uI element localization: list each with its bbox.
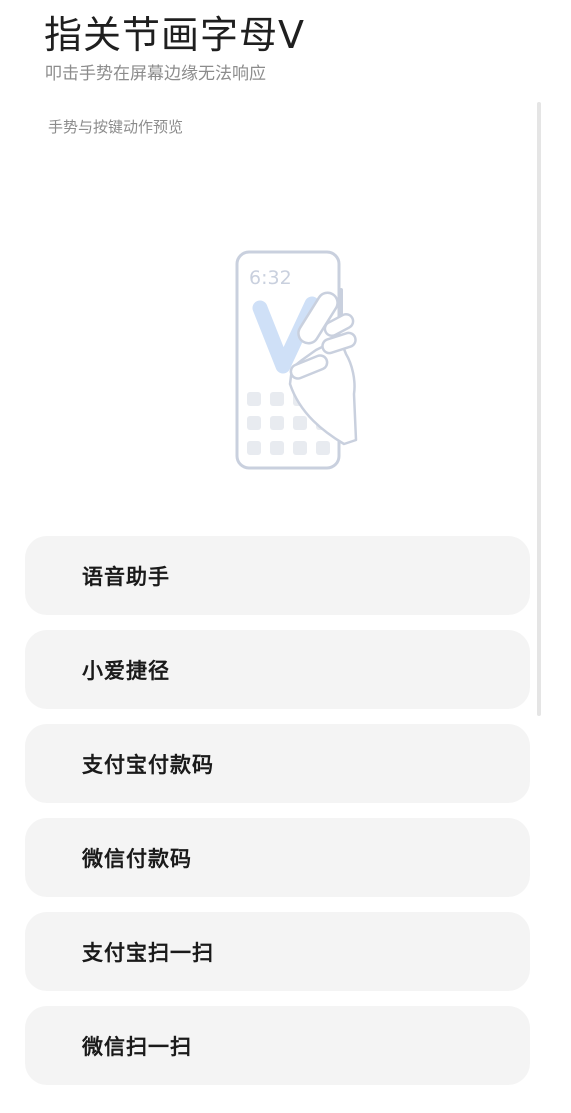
option-wechat-scan[interactable]: 微信扫一扫 [25, 1006, 530, 1085]
preview-section-label: 手势与按键动作预览 [48, 118, 184, 136]
option-label: 微信扫一扫 [82, 1034, 192, 1059]
option-alipay-scan[interactable]: 支付宝扫一扫 [25, 912, 530, 991]
option-label: 语音助手 [82, 564, 170, 589]
phone-gesture-icon: 6:32 [235, 250, 358, 470]
gesture-action-options: 语音助手 小爱捷径 支付宝付款码 微信付款码 支付宝扫一扫 微信扫一扫 [25, 536, 530, 1100]
option-xiaoai-shortcut[interactable]: 小爱捷径 [25, 630, 530, 709]
option-label: 小爱捷径 [82, 658, 170, 683]
option-label: 支付宝付款码 [82, 752, 214, 777]
option-voice-assistant[interactable]: 语音助手 [25, 536, 530, 615]
option-label: 支付宝扫一扫 [82, 940, 214, 965]
page-subtitle: 叩击手势在屏幕边缘无法响应 [45, 64, 266, 84]
gesture-preview-illustration: 6:32 [228, 244, 368, 480]
scrollbar[interactable] [537, 102, 541, 716]
page-title: 指关节画字母V [44, 13, 305, 57]
option-alipay-pay-code[interactable]: 支付宝付款码 [25, 724, 530, 803]
option-wechat-pay-code[interactable]: 微信付款码 [25, 818, 530, 897]
phone-time-text: 6:32 [249, 267, 292, 289]
option-label: 微信付款码 [82, 846, 192, 871]
